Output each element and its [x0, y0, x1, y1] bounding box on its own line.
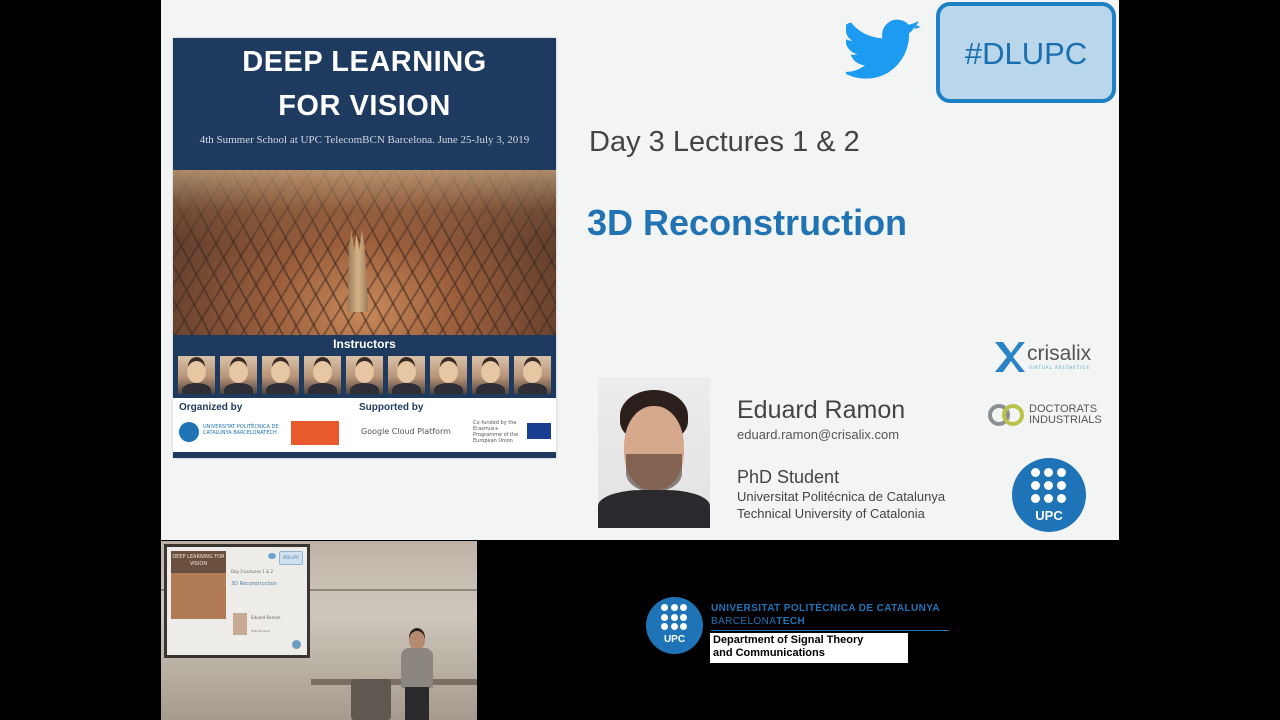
instructor-photo [345, 356, 383, 394]
crisalix-tagline: VIRTUAL AESTHETICS [1029, 365, 1090, 370]
instructor-photo [387, 356, 425, 394]
google-cloud-logo: Google Cloud Platform [361, 427, 451, 436]
instructors-label: Instructors [173, 335, 556, 353]
upc-logo-small [179, 422, 199, 442]
projected-topic: 3D Reconstruction [231, 581, 278, 587]
projected-hashtag: #DLUPC [279, 551, 303, 565]
upc-logo-text: UPC [1035, 508, 1063, 523]
speaker-email: eduard.ramon@crisalix.com [737, 427, 900, 442]
doctorats-logo-icon [988, 404, 1024, 426]
video-frame: DEEP LEARNING FOR VISION 4th Summer Scho… [0, 0, 1280, 720]
crisalix-logo-text: crisalix [1027, 342, 1092, 365]
poster-footer: Organized by Supported by UNIVERSITAT PO… [173, 398, 556, 454]
department-box: Department of Signal Theory and Communic… [710, 633, 908, 663]
instructor-photo [303, 356, 341, 394]
projected-lecture: Day 3 Lectures 1 & 2 [231, 569, 274, 574]
instructor-photo [471, 356, 509, 394]
presenter-legs [405, 687, 429, 720]
department-line2: and Communications [713, 647, 825, 659]
upc-brand-logo: UPC [646, 597, 703, 654]
presentation-slide: DEEP LEARNING FOR VISION 4th Summer Scho… [161, 0, 1119, 540]
barcelonatech-b: TECH [776, 616, 806, 627]
presenter [397, 631, 437, 720]
projected-speaker-name: Eduard Ramon [251, 615, 281, 620]
speaker-photo [598, 378, 710, 528]
upc-dots-icon [1031, 468, 1067, 504]
department-line1: Department of Signal Theory [713, 634, 864, 646]
organized-by-label: Organized by [179, 402, 243, 413]
poster-title-line1: DEEP LEARNING [242, 46, 487, 78]
poster-title-line2: FOR VISION [278, 90, 451, 122]
instructor-photos [173, 353, 556, 398]
eu-funding-text: Co-funded by the Erasmus+ Programme of t… [473, 420, 519, 444]
upc-brand-logo-text: UPC [663, 634, 686, 645]
university-name: UNIVERSITAT POLITÈCNICA DE CATALUNYA [711, 603, 941, 614]
supported-by-label: Supported by [359, 402, 424, 413]
doctorats-logo-text: DOCTORATS INDUSTRIALS [1029, 404, 1102, 426]
upc-brand-dots-icon [661, 604, 688, 631]
chair [351, 679, 391, 720]
hashtag-box: #DLUPC [936, 2, 1116, 103]
projected-poster-title: DEEP LEARNING FOR VISION [171, 551, 226, 573]
instructor-photo [429, 356, 467, 394]
projected-speaker-role: PhD Student [251, 629, 270, 633]
event-poster: DEEP LEARNING FOR VISION 4th Summer Scho… [173, 38, 556, 458]
brand-divider [711, 630, 949, 631]
projected-slide: DEEP LEARNING FOR VISION #DLUPC Day 3 Le… [167, 547, 307, 655]
instructor-photo [177, 356, 215, 394]
lecture-title: Day 3 Lectures 1 & 2 [589, 126, 860, 158]
instructor-photo [219, 356, 257, 394]
projected-poster: DEEP LEARNING FOR VISION [171, 551, 226, 619]
projected-upc-logo [292, 640, 301, 649]
instructor-photo [513, 356, 551, 394]
cathedral-shape [347, 230, 369, 312]
upc-logo: UPC [1012, 458, 1086, 532]
upc-logo-small-text: UNIVERSITAT POLITÈCNICA DE CATALUNYA BAR… [203, 424, 279, 436]
classroom-video: DEEP LEARNING FOR VISION #DLUPC Day 3 Le… [161, 541, 477, 720]
projected-twitter-icon [268, 553, 276, 559]
presenter-body [401, 648, 433, 688]
speaker-university: Universitat Politécnica de Catalunya [737, 489, 946, 504]
instructor-photo [261, 356, 299, 394]
telecom-bcn-logo [291, 421, 339, 445]
speaker-role: PhD Student [737, 467, 840, 487]
eu-flag-icon [527, 423, 551, 439]
projected-speaker-photo [233, 613, 247, 635]
speaker-university-en: Technical University of Catalonia [737, 506, 925, 521]
barcelonatech-a: BARCELONA [711, 616, 777, 627]
speaker-beard [626, 454, 682, 492]
barcelonatech: BARCELONATECH [711, 616, 805, 627]
speaker-name: Eduard Ramon [737, 396, 906, 424]
desk [311, 679, 477, 685]
crisalix-logo-icon [995, 342, 1025, 372]
poster-subtitle: 4th Summer School at UPC TelecomBCN Barc… [199, 134, 530, 146]
city-aerial-photo [173, 170, 556, 335]
topic-title: 3D Reconstruction [587, 202, 908, 243]
poster-bottom-bar [173, 452, 556, 458]
projector-screen: DEEP LEARNING FOR VISION #DLUPC Day 3 Le… [164, 544, 310, 658]
poster-header: DEEP LEARNING FOR VISION 4th Summer Scho… [173, 38, 556, 176]
doctorats-line2: INDUSTRIALS [1029, 414, 1102, 426]
twitter-bird-icon [846, 19, 921, 79]
speaker-shirt [598, 490, 710, 528]
hashtag-text: #DLUPC [964, 36, 1088, 71]
